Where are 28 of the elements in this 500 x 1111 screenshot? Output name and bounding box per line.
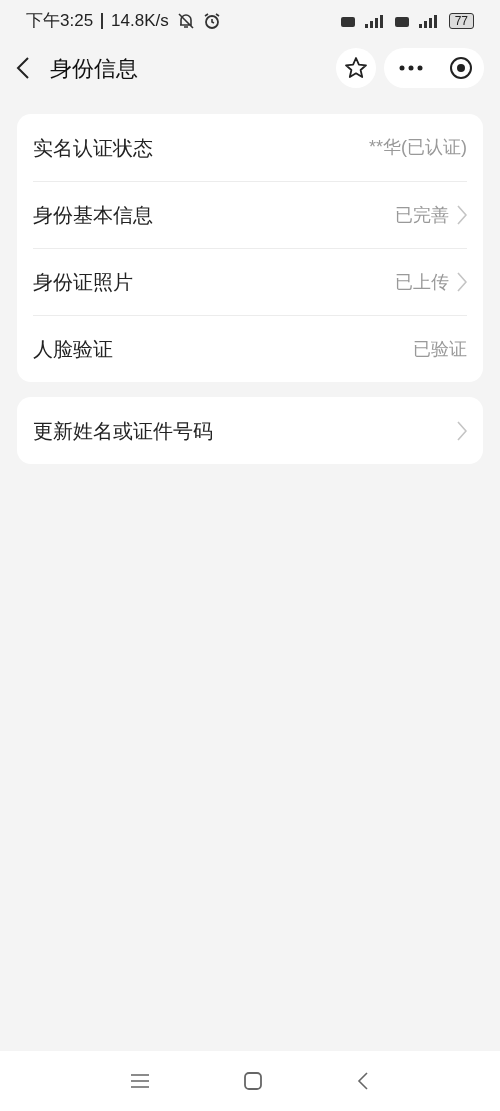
battery-indicator: 77 xyxy=(448,13,474,29)
alarm-clock-icon xyxy=(202,12,221,30)
network-speed: 14.8K/s xyxy=(111,10,169,33)
home-icon[interactable] xyxy=(244,1072,262,1090)
target-icon xyxy=(448,56,473,80)
back-icon[interactable] xyxy=(357,1072,369,1090)
settings-row[interactable]: 身份证照片 已上传 xyxy=(33,248,467,315)
page-title: 身份信息 xyxy=(50,54,138,83)
settings-row[interactable]: 更新姓名或证件号码 xyxy=(33,397,467,464)
favorite-button[interactable] xyxy=(336,48,376,88)
muted-bell-icon xyxy=(176,12,195,30)
settings-row[interactable]: 实名认证状态 **华(已认证) xyxy=(33,114,467,181)
settings-row[interactable]: 身份基本信息 已完善 xyxy=(33,181,467,248)
row-label: 身份证照片 xyxy=(33,270,133,295)
back-icon xyxy=(16,56,30,80)
row-label: 人脸验证 xyxy=(33,337,113,362)
settings-row[interactable]: 人脸验证 已验证 xyxy=(33,315,467,382)
status-time: 下午3:25 xyxy=(26,10,94,33)
row-label: 身份基本信息 xyxy=(33,203,153,228)
row-value: 已完善 xyxy=(395,203,449,227)
row-value: 已上传 xyxy=(395,270,449,294)
row-value: **华(已认证) xyxy=(369,136,467,159)
more-icon xyxy=(398,65,423,71)
star-icon xyxy=(344,56,368,80)
row-label: 更新姓名或证件号码 xyxy=(33,418,213,444)
row-label: 实名认证状态 xyxy=(33,135,153,161)
menu-icon[interactable] xyxy=(131,1073,149,1089)
row-value: 已验证 xyxy=(413,337,467,361)
